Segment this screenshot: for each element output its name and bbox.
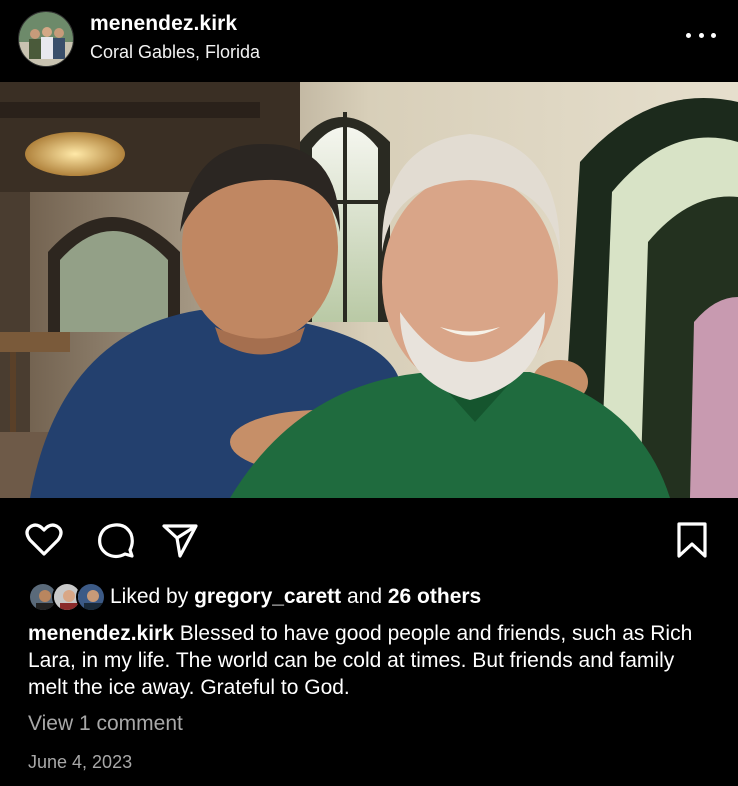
liker-username[interactable]: gregory_carett: [194, 585, 341, 608]
post-photo[interactable]: [0, 82, 738, 498]
heart-icon[interactable]: [24, 520, 64, 560]
paper-plane-icon[interactable]: [160, 520, 200, 560]
liker-avatars: [28, 581, 106, 613]
view-comments-link[interactable]: View 1 comment: [28, 712, 183, 736]
likes-summary[interactable]: Liked by gregory_carett and 26 others: [28, 581, 481, 613]
post-username[interactable]: menendez.kirk: [90, 12, 237, 36]
caption-username[interactable]: menendez.kirk: [28, 622, 174, 645]
action-bar: [0, 498, 738, 578]
liker-avatar: [76, 582, 106, 612]
likes-prefix: Liked by: [110, 585, 189, 608]
likes-text: Liked by gregory_carett and 26 others: [110, 585, 481, 609]
post-caption: menendez.kirk Blessed to have good peopl…: [28, 620, 718, 701]
post-date: June 4, 2023: [28, 752, 133, 772]
likes-others[interactable]: 26 others: [388, 585, 481, 608]
post-header: menendez.kirk Coral Gables, Florida: [0, 0, 738, 82]
comment-bubble-icon[interactable]: [96, 520, 136, 560]
bookmark-icon[interactable]: [672, 520, 712, 560]
more-options-icon[interactable]: [686, 24, 716, 46]
profile-avatar[interactable]: [18, 11, 74, 67]
likes-joiner: and: [346, 585, 383, 608]
post-location[interactable]: Coral Gables, Florida: [90, 42, 260, 63]
